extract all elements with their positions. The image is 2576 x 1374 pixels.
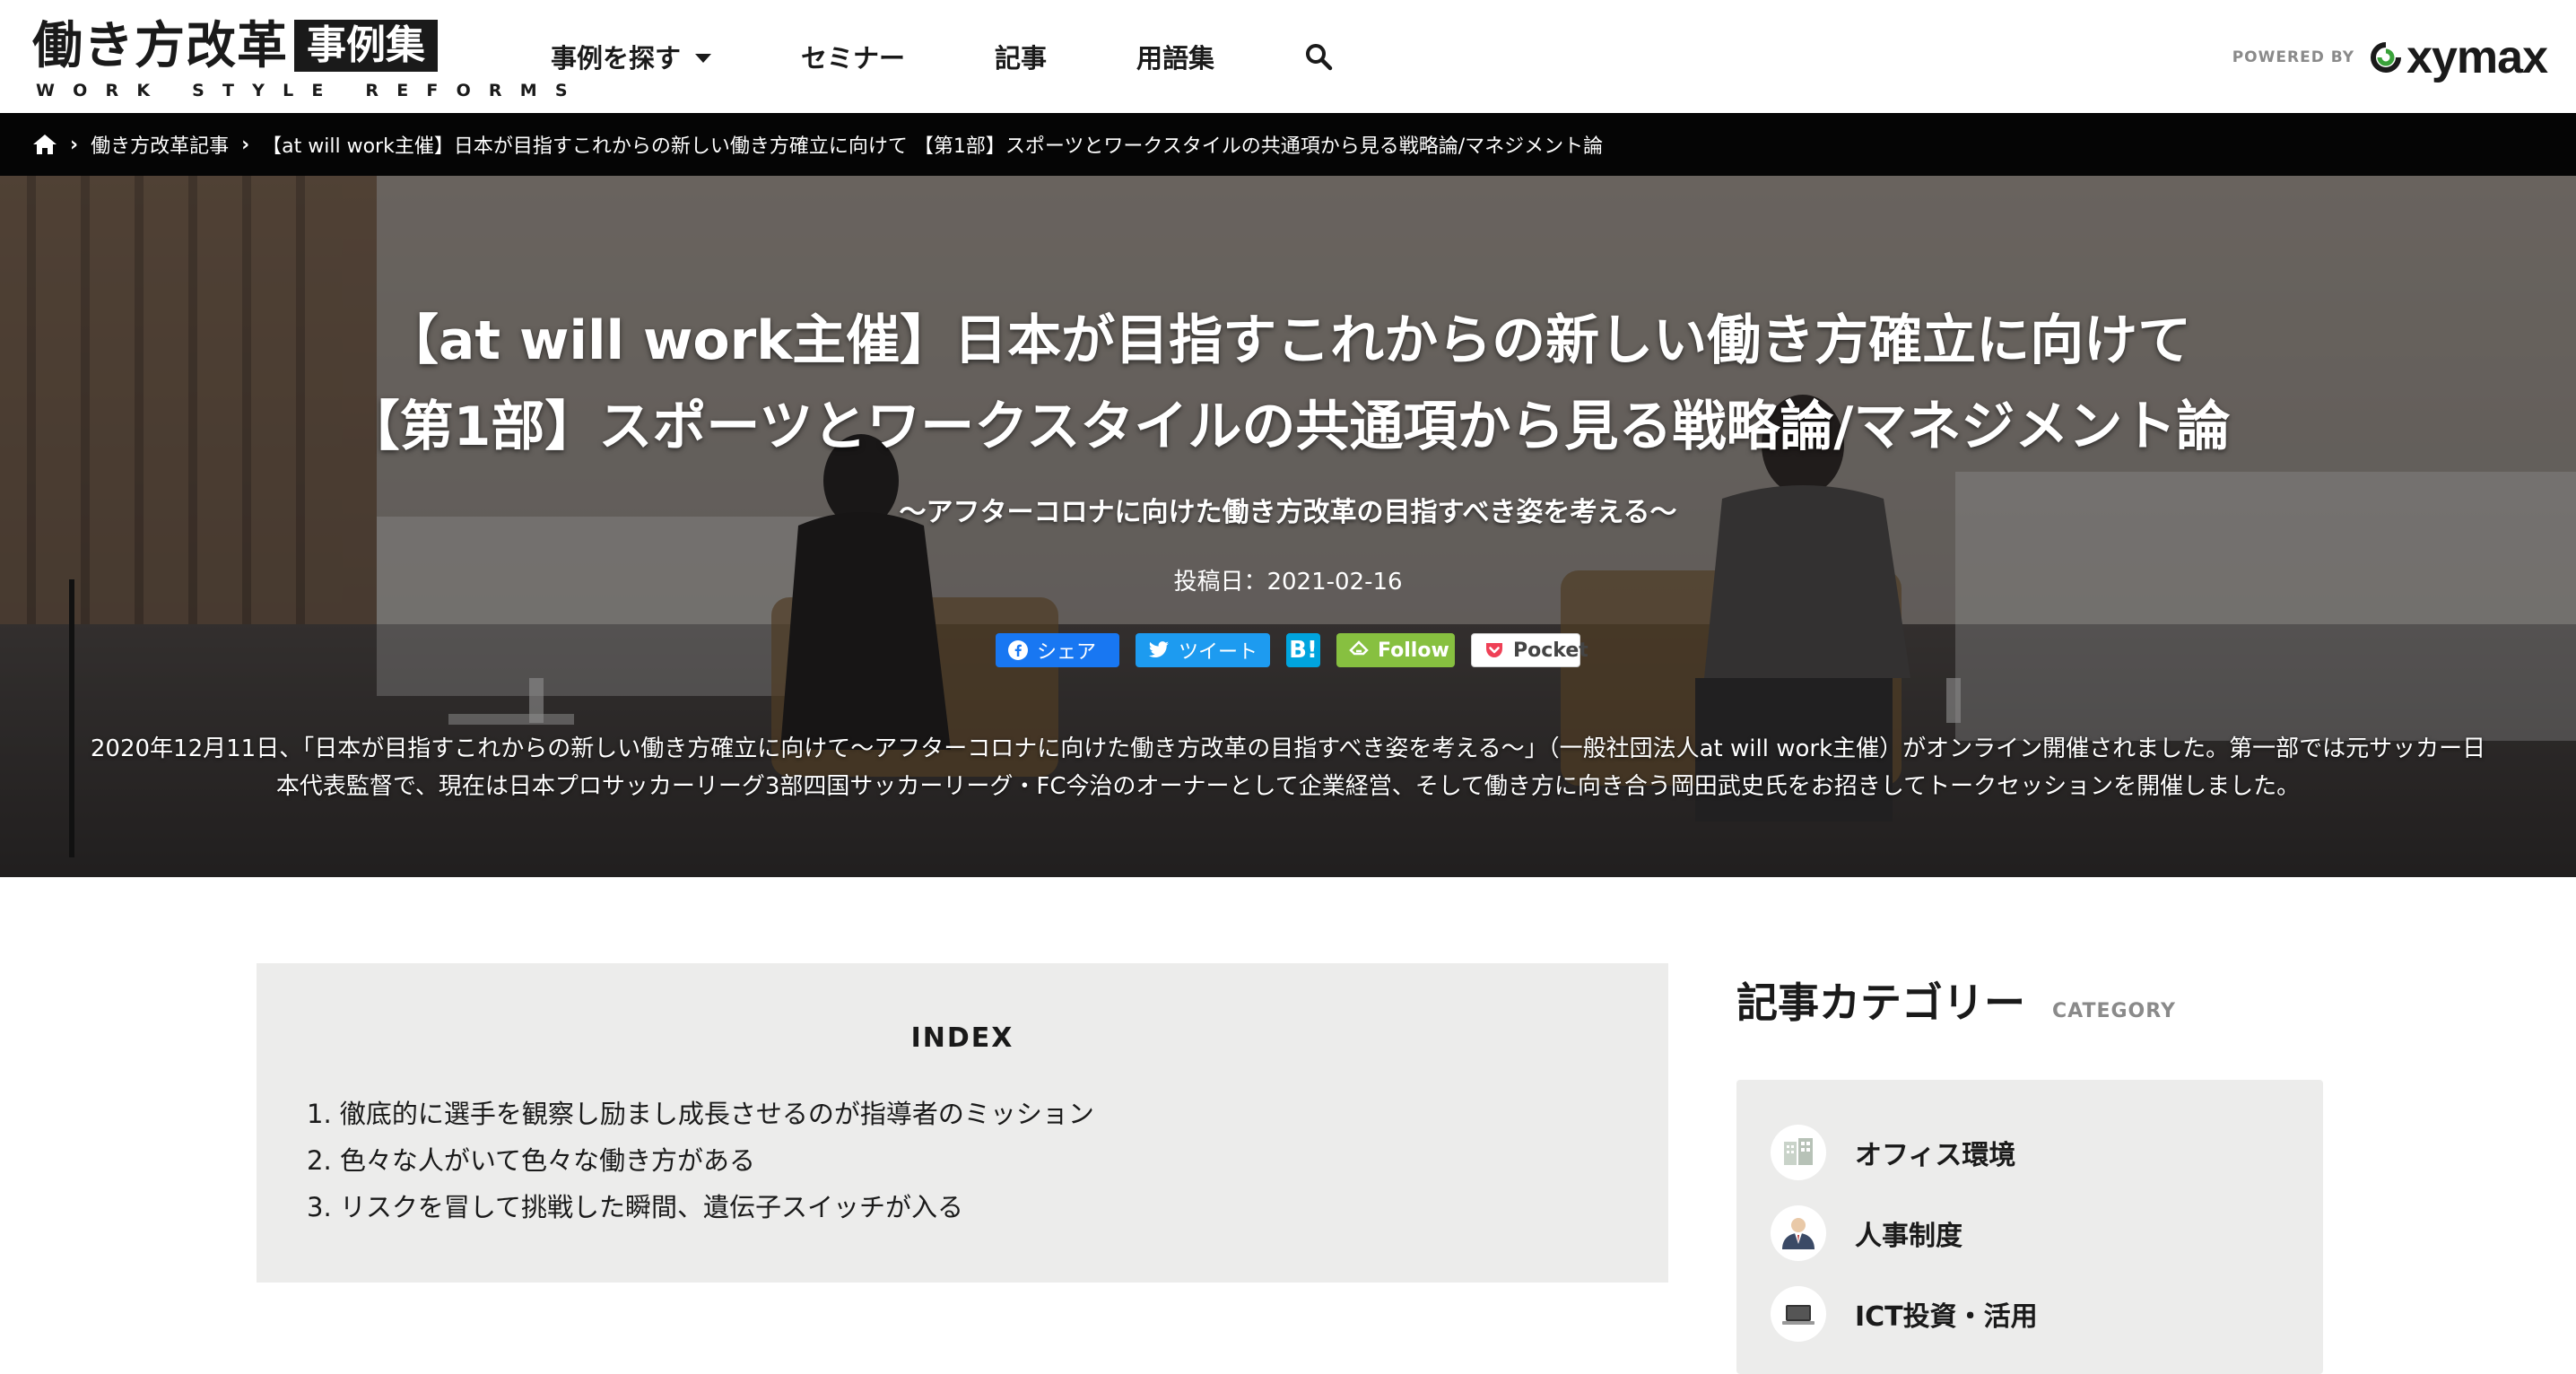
category-item-ict[interactable]: ICT投資・活用 (1771, 1286, 2038, 1342)
article-title-line1: 【at will work主催】日本が目指すこれからの新しい働き方確立に向けて (384, 309, 2192, 372)
logo-badge: 事例集 (294, 20, 438, 72)
xymax-wordmark: xymax (2406, 31, 2548, 83)
facebook-share-label: シェア (1037, 641, 1097, 664)
laptop-icon (1771, 1286, 1826, 1342)
category-list: オフィス環境 人事制度 ICT投資・活用 (1736, 1080, 2323, 1374)
toc-item[interactable]: 3. リスクを冒して挑戦した瞬間、遺伝子スイッチが入る (307, 1184, 1094, 1231)
feedly-icon (1349, 640, 1369, 660)
xymax-logo: xymax (2371, 31, 2548, 83)
nav-find-cases[interactable]: 事例を探す (551, 38, 712, 75)
powered-label: POWERED BY (2232, 48, 2355, 66)
toc-item[interactable]: 1. 徹底的に選手を観察し励まし成長させるのが指導者のミッション (307, 1091, 1094, 1137)
hero-banner: 【at will work主催】日本が目指すこれからの新しい働き方確立に向けて … (0, 176, 2576, 877)
twitter-icon (1148, 641, 1170, 659)
post-date: 投稿日：2021-02-16 (1173, 569, 1403, 596)
toc-list: 1. 徹底的に選手を観察し励まし成長させるのが指導者のミッション 2. 色々な人… (307, 1091, 1094, 1231)
toc-item[interactable]: 2. 色々な人がいて色々な働き方がある (307, 1137, 1094, 1184)
feedly-follow-label: Follow (1378, 639, 1449, 662)
caret-down-icon (695, 54, 712, 63)
facebook-share-button[interactable]: シェア (996, 633, 1119, 667)
search-icon (1304, 42, 1333, 71)
pocket-label: Pocket (1513, 639, 1588, 662)
logo-title: 働き方改革 (32, 17, 288, 75)
home-icon[interactable] (32, 133, 57, 156)
category-item-hr[interactable]: 人事制度 (1771, 1205, 1962, 1261)
share-buttons: シェア ツイート B! Follow Pocket (0, 633, 2576, 667)
breadcrumb-current: 【at will work主催】日本が目指すこれからの新しい働き方確立に向けて … (262, 135, 1604, 158)
person-icon (1771, 1205, 1826, 1261)
powered-by[interactable]: POWERED BY xymax (2232, 30, 2548, 84)
hatena-bookmark-button[interactable]: B! (1286, 633, 1320, 667)
pocket-button[interactable]: Pocket (1471, 633, 1588, 667)
pocket-icon (1484, 641, 1504, 659)
article-title-line2: 【第1部】スポーツとワークスタイルの共通項から見る戦略論/マネジメント論 (345, 396, 2231, 458)
toc-title: INDEX (910, 1022, 1014, 1054)
office-icon (1771, 1125, 1826, 1180)
article-subtitle: 〜アフターコロナに向けた働き方改革の目指すべき姿を考える〜 (899, 497, 1677, 528)
nav-article[interactable]: 記事 (995, 38, 1047, 75)
category-subtitle: CATEGORY (2052, 1000, 2176, 1022)
nav-find-label: 事例を探す (551, 43, 682, 74)
hero-content: 【at will work主催】日本が目指すこれからの新しい働き方確立に向けて … (0, 176, 2576, 877)
site-header: 働き方改革 事例集 WORK STYLE REFORMS 事例を探す セミナー … (0, 0, 2576, 113)
category-label: オフィス環境 (1855, 1140, 2016, 1171)
breadcrumb-articles[interactable]: 働き方改革記事 (91, 130, 229, 159)
category-label: 人事制度 (1855, 1221, 1962, 1252)
twitter-share-button[interactable]: ツイート (1136, 633, 1270, 667)
twitter-share-label: ツイート (1179, 641, 1258, 664)
nav-seminar[interactable]: セミナー (801, 38, 905, 75)
logo-subtitle: WORK STYLE REFORMS (36, 81, 586, 100)
category-label: ICT投資・活用 (1855, 1301, 2038, 1333)
facebook-icon (1008, 640, 1028, 660)
nav-glossary[interactable]: 用語集 (1136, 38, 1214, 75)
category-item-office[interactable]: オフィス環境 (1771, 1125, 2015, 1180)
category-heading: 記事カテゴリー CATEGORY (1736, 970, 2176, 1030)
main-nav: 事例を探す セミナー 記事 用語集 (551, 36, 1333, 77)
search-button[interactable] (1304, 42, 1333, 71)
chevron-right-icon: › (241, 133, 250, 156)
xymax-mark-icon (2371, 42, 2402, 73)
table-of-contents: INDEX 1. 徹底的に選手を観察し励まし成長させるのが指導者のミッション 2… (257, 963, 1668, 1283)
chevron-right-icon: › (70, 133, 79, 156)
feedly-follow-button[interactable]: Follow (1336, 633, 1455, 667)
article-title: 【at will work主催】日本が目指すこれからの新しい働き方確立に向けて … (0, 298, 2576, 470)
breadcrumb: › 働き方改革記事 › 【at will work主催】日本が目指すこれからの新… (0, 113, 2576, 176)
category-title: 記事カテゴリー (1736, 978, 2025, 1027)
article-lead: 2020年12月11日、「日本が目指すこれからの新しい働き方確立に向けて〜アフタ… (90, 735, 2486, 800)
